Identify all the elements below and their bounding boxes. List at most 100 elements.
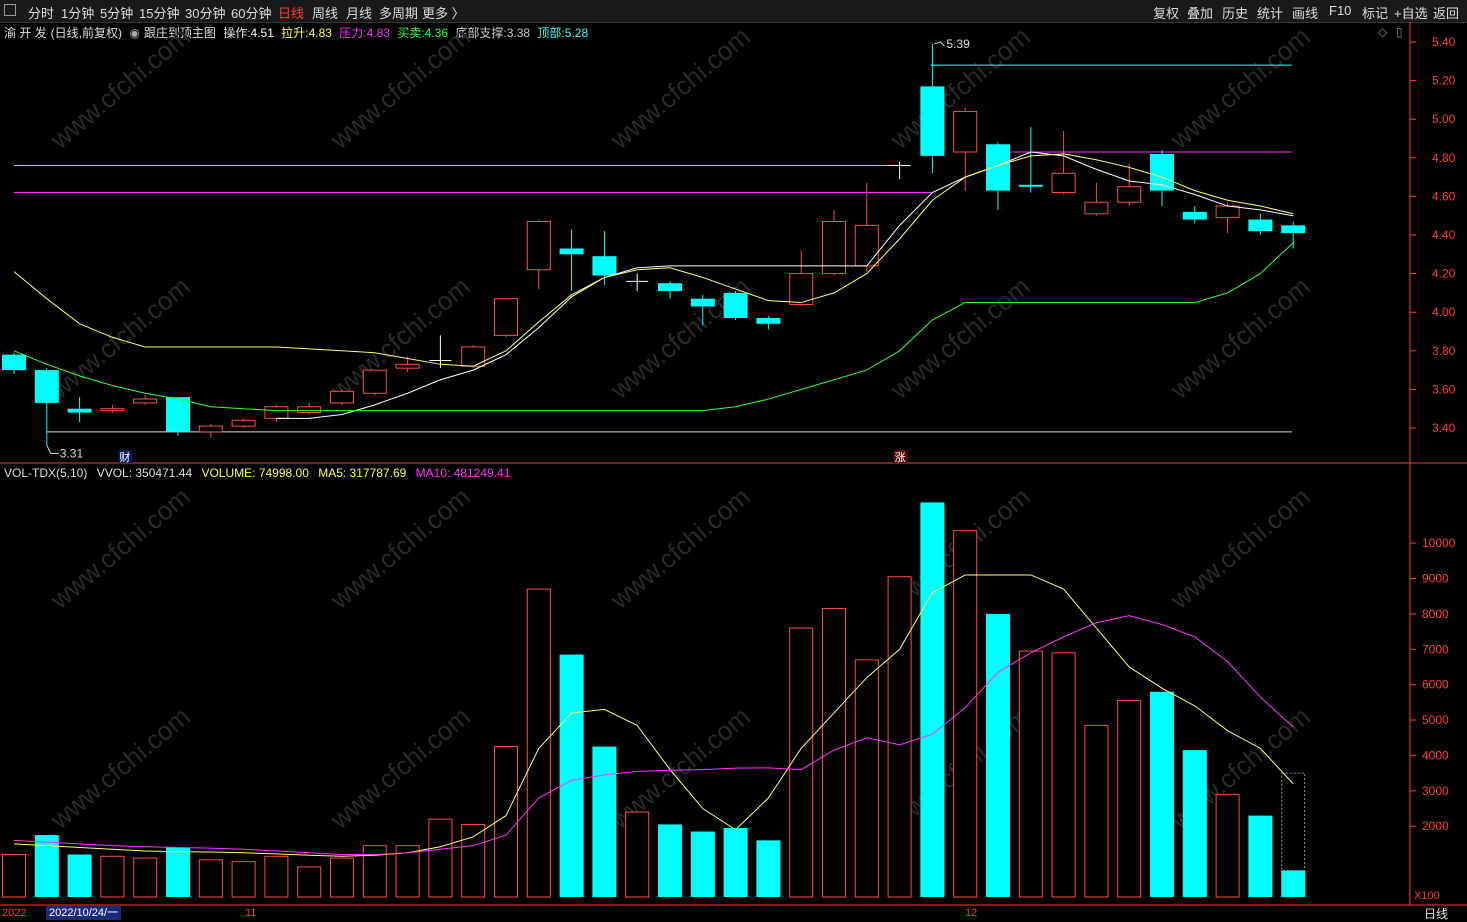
yellow-ma-line [13, 153, 1294, 367]
volume-bar-projected [1281, 772, 1306, 871]
diamond-icon: ◇ [1378, 25, 1388, 39]
candle-body [526, 220, 551, 271]
volume-axis: 10000 9000 8000 7000 6000 5000 4000 3000 2000 X10… [1410, 536, 1456, 902]
volume-bar [461, 823, 486, 898]
candle-body [756, 317, 781, 324]
candle-body [1117, 186, 1142, 203]
candle-body [494, 298, 518, 336]
stock-chart[interactable]: www.cfchi.com www.cfchi.com www.cfchi.com w… [0, 0, 1467, 921]
volume-bar [559, 654, 584, 897]
watermark-text: www.cfchi.com [604, 481, 756, 615]
candle-body [166, 397, 190, 432]
candle-body [854, 224, 879, 267]
watermark-text: www.cfchi.com [44, 21, 196, 155]
price-tick-label: 3.40 [1432, 421, 1456, 435]
volume-bar [67, 854, 92, 897]
time-axis-year: 2022 [2, 907, 27, 919]
price-tick-label: 4.40 [1432, 228, 1456, 242]
candle-body [592, 256, 617, 276]
volume-unit-label: X100 [1414, 890, 1440, 902]
volume-bar [658, 824, 682, 897]
volume-bar [100, 855, 125, 898]
volume-tick-label: 9000 [1422, 571, 1449, 585]
candle-body [986, 144, 1010, 191]
markers: 5.39 3.31 财 涨 ◇ ▯ [46, 25, 1403, 464]
candle-body [1182, 211, 1207, 220]
volume-bar [330, 857, 354, 898]
volume-bar [494, 746, 518, 898]
volume-bar [592, 746, 617, 897]
high-price-label: 5.39 [946, 37, 970, 51]
volume-tick-label: 2000 [1422, 819, 1449, 833]
volume-tick-label: 8000 [1422, 607, 1449, 621]
watermark-text: www.cfchi.com [604, 271, 756, 405]
high-pointer [934, 41, 945, 47]
cai-marker: 财 [119, 450, 130, 464]
watermark-text: www.cfchi.com [324, 481, 476, 615]
volume-tick-label: 6000 [1422, 678, 1449, 692]
volume-bar [1248, 815, 1273, 897]
time-axis-month-12: 12 [965, 907, 978, 919]
watermark-text: www.cfchi.com [44, 271, 196, 405]
volume-bar [690, 831, 715, 897]
volume-bar [526, 588, 551, 898]
candle-body [362, 369, 387, 394]
candle-body [920, 86, 945, 156]
candle-body [395, 363, 420, 369]
price-tick-label: 5.40 [1432, 35, 1456, 49]
zhang-marker: 涨 [895, 451, 906, 464]
green-ma-line [13, 242, 1294, 412]
price-tick-label: 4.00 [1432, 305, 1456, 319]
volume-bar [1150, 691, 1174, 897]
candle-body [264, 406, 289, 419]
candle-body [1281, 225, 1306, 234]
candle-body [1248, 219, 1273, 232]
cursor-date-box: 2022/10/24/一 [46, 906, 122, 920]
volume-bar [2, 854, 26, 898]
volume-bar [822, 608, 846, 898]
watermark-text: www.cfchi.com [884, 271, 1036, 405]
volume-tick-label: 4000 [1422, 748, 1449, 762]
volume-bar [986, 613, 1010, 897]
candle-body [198, 425, 223, 433]
watermark-text: www.cfchi.com [1164, 481, 1316, 615]
candle-body [231, 419, 256, 427]
volume-bar [1281, 870, 1306, 897]
volume-bar [887, 576, 912, 898]
price-tick-label: 4.20 [1432, 267, 1456, 281]
low-pointer [46, 445, 59, 454]
volume-bar [166, 847, 190, 897]
candle-body [100, 408, 125, 412]
scroll-up-icon: ▯ [1396, 25, 1403, 39]
volume-bar [133, 857, 158, 898]
volume-tick-label: 10000 [1422, 536, 1456, 550]
price-tick-label: 4.80 [1432, 151, 1456, 165]
watermark-text: www.cfchi.com [324, 271, 476, 405]
volume-tick-label: 7000 [1422, 642, 1449, 656]
volume-bar [1018, 650, 1043, 898]
candle-body [1084, 201, 1109, 215]
watermark-text: www.cfchi.com [44, 701, 196, 835]
watermark-text: www.cfchi.com [1164, 271, 1316, 405]
candle-body [723, 292, 748, 318]
candle-body [1051, 172, 1076, 194]
period-label[interactable]: 日线 [1424, 905, 1448, 922]
watermark-text: www.cfchi.com [1164, 21, 1316, 155]
volume-tick-label: 3000 [1422, 784, 1449, 798]
volume-tick-label: 5000 [1422, 713, 1449, 727]
volume-bar [1117, 700, 1142, 898]
volume-bar [723, 827, 748, 897]
volume-bar [1084, 724, 1109, 898]
price-tick-label: 4.60 [1432, 189, 1456, 203]
candle-body [461, 346, 486, 367]
candle-body [34, 370, 59, 403]
volume-bar [920, 502, 945, 897]
watermark-text: www.cfchi.com [604, 21, 756, 155]
candle-body [133, 398, 158, 404]
candle-body [297, 406, 322, 414]
volume-bar [362, 845, 387, 898]
candle-body [2, 354, 26, 371]
price-tick-label: 3.60 [1432, 382, 1456, 396]
volume-bar [789, 627, 814, 898]
price-tick-label: 3.80 [1432, 344, 1456, 358]
